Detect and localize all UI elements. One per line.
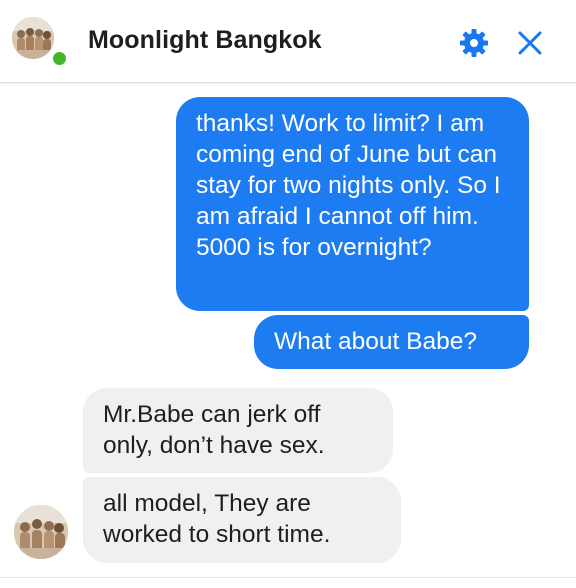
composer-divider <box>0 577 576 578</box>
incoming-message[interactable]: Mr.Babe can jerk off only, don’t have se… <box>83 388 393 473</box>
online-status-dot <box>51 50 68 67</box>
chat-header: Moonlight Bangkok <box>0 0 576 83</box>
outgoing-message[interactable]: What about Babe? <box>254 315 529 369</box>
close-icon[interactable] <box>514 27 546 59</box>
incoming-message[interactable]: all model, They are worked to short time… <box>83 477 401 563</box>
contact-avatar[interactable] <box>12 17 54 59</box>
contact-name[interactable]: Moonlight Bangkok <box>88 26 322 55</box>
sender-avatar[interactable] <box>14 505 68 559</box>
outgoing-message[interactable]: thanks! Work to limit? I am coming end o… <box>176 97 529 311</box>
gear-icon[interactable] <box>458 27 490 59</box>
